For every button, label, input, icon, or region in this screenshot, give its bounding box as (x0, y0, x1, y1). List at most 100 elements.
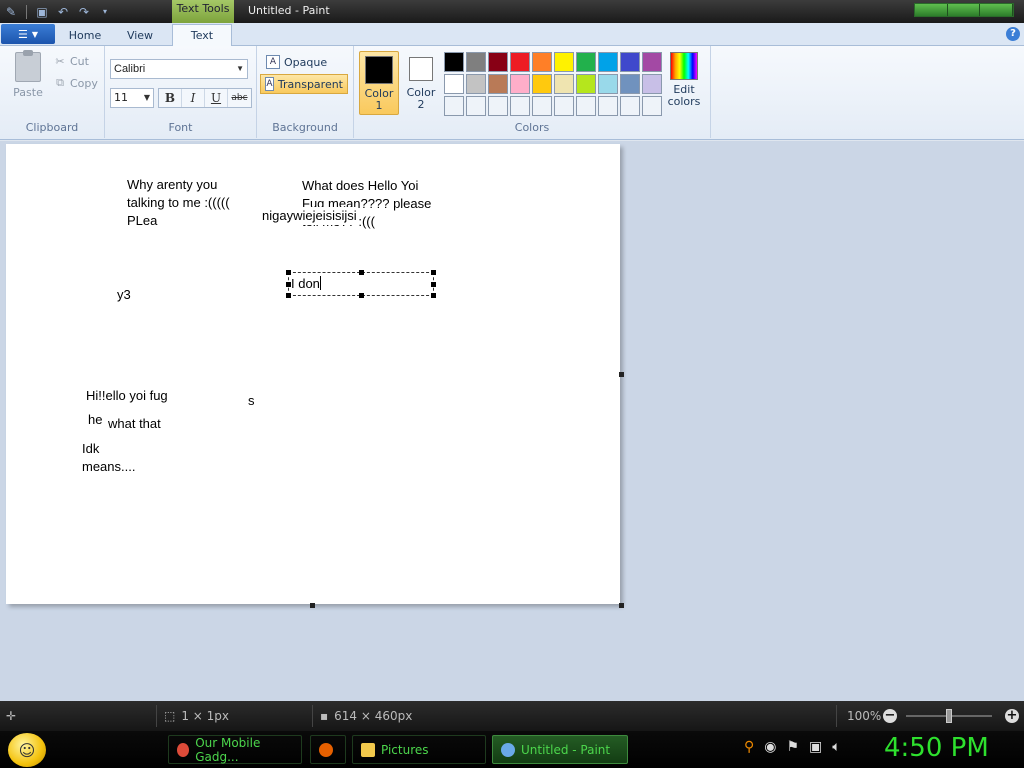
volume-icon[interactable]: 🔈︎ (832, 739, 840, 755)
palette-swatch[interactable] (532, 96, 552, 116)
status-separator (312, 705, 313, 727)
font-family-select[interactable]: Calibri ▼ (110, 59, 248, 79)
palette-swatch[interactable] (620, 74, 640, 94)
palette-swatch[interactable] (488, 52, 508, 72)
palette-swatch[interactable] (466, 52, 486, 72)
palette-swatch[interactable] (444, 52, 464, 72)
paint-app-icon[interactable]: ✎ (2, 3, 20, 20)
start-button[interactable]: ☺ (8, 733, 46, 767)
taskbar-item-pictures[interactable]: Pictures (352, 735, 486, 764)
help-icon[interactable]: ? (1006, 27, 1020, 41)
palette-swatch[interactable] (576, 74, 596, 94)
drawing-canvas[interactable]: Why arenty you talking to me :((((( PLea… (6, 144, 620, 604)
canvas-size-value: 614 × 460px (334, 709, 413, 723)
search-icon[interactable]: ⚲ (744, 739, 754, 755)
copy-button[interactable]: ⧉ Copy (54, 74, 98, 92)
taskbar-item-chrome[interactable]: Our Mobile Gadg... (168, 735, 302, 764)
network-icon[interactable]: ▣ (809, 739, 822, 755)
paste-button[interactable]: Paste (8, 50, 48, 102)
selection-size-value: 1 × 1px (181, 709, 230, 723)
zoom-slider-thumb[interactable] (946, 709, 952, 723)
app-menu-button[interactable]: ☰ ▼ (1, 24, 55, 44)
edit-colors-button[interactable]: Edit colors (664, 52, 704, 108)
messenger-icon[interactable]: ◉ (764, 739, 776, 755)
taskbar-item-firefox[interactable] (310, 735, 346, 764)
resize-handle[interactable] (431, 270, 436, 275)
palette-swatch[interactable] (466, 96, 486, 116)
palette-swatch[interactable] (620, 52, 640, 72)
undo-icon[interactable]: ↶ (54, 3, 72, 20)
palette-swatch[interactable] (444, 96, 464, 116)
italic-button[interactable]: I (182, 89, 205, 107)
taskbar-clock[interactable]: 4:50 PM (884, 733, 989, 763)
palette-swatch[interactable] (466, 74, 486, 94)
window-controls (914, 3, 1014, 17)
color1-button[interactable]: Color 1 (359, 51, 399, 115)
palette-swatch[interactable] (510, 52, 530, 72)
palette-swatch[interactable] (532, 52, 552, 72)
color2-button[interactable]: Color 2 (401, 51, 441, 115)
tab-text[interactable]: Text (172, 24, 232, 47)
palette-swatch[interactable] (554, 52, 574, 72)
resize-handle[interactable] (286, 270, 291, 275)
palette-swatch[interactable] (444, 74, 464, 94)
palette-swatch[interactable] (554, 74, 574, 94)
palette-swatch[interactable] (576, 52, 596, 72)
canvas-resize-handle-bottom[interactable] (310, 603, 315, 608)
palette-swatch[interactable] (576, 96, 596, 116)
zoom-in-button[interactable]: + (1005, 709, 1019, 723)
resize-handle[interactable] (431, 282, 436, 287)
transparent-icon: A (265, 77, 274, 91)
redo-icon[interactable]: ↷ (75, 3, 93, 20)
palette-swatch[interactable] (642, 96, 662, 116)
resize-handle[interactable] (431, 293, 436, 298)
cut-button[interactable]: ✂ Cut (54, 52, 89, 70)
zoom-out-button[interactable]: − (883, 709, 897, 723)
canvas-resize-handle-right[interactable] (619, 372, 624, 377)
palette-swatch[interactable] (642, 52, 662, 72)
active-text-box[interactable]: I don (286, 270, 436, 298)
canvas-text: Hi!!ello yoi fug (86, 388, 168, 403)
action-center-flag-icon[interactable]: ⚑ (786, 739, 799, 755)
text-box-input[interactable]: I don (291, 276, 321, 291)
font-size-select[interactable]: 11 ▼ (110, 88, 154, 108)
underline-button[interactable]: U (205, 89, 228, 107)
palette-swatch[interactable] (598, 74, 618, 94)
palette-swatch[interactable] (642, 74, 662, 94)
qat-dropdown-icon[interactable]: ▾ (96, 3, 114, 20)
resize-handle[interactable] (286, 293, 291, 298)
save-icon[interactable]: ▣ (33, 3, 51, 20)
ribbon-tabs: ☰ ▼ Home View Text ? (0, 23, 1024, 47)
title-bar: ✎ ▣ ↶ ↷ ▾ Text Tools Untitled - Paint (0, 0, 1024, 23)
minimize-button[interactable] (915, 4, 948, 16)
taskbar-item-paint[interactable]: Untitled - Paint (492, 735, 628, 764)
palette-swatch[interactable] (532, 74, 552, 94)
taskbar: ☺ Our Mobile Gadg... Pictures Untitled -… (0, 731, 1024, 768)
palette-swatch[interactable] (598, 52, 618, 72)
palette-swatch[interactable] (554, 96, 574, 116)
opaque-icon: A (266, 55, 280, 69)
palette-swatch[interactable] (488, 74, 508, 94)
opaque-button[interactable]: A Opaque (262, 52, 331, 72)
palette-swatch[interactable] (488, 96, 508, 116)
color1-swatch (365, 56, 393, 84)
tab-home[interactable]: Home (60, 25, 110, 46)
close-button[interactable] (980, 4, 1014, 16)
background-group-label: Background (272, 121, 338, 134)
font-group-label: Font (168, 121, 193, 134)
canvas-size: ▪ 614 × 460px (320, 706, 412, 726)
bold-button[interactable]: B (159, 89, 182, 107)
maximize-button[interactable] (947, 4, 981, 16)
transparent-button[interactable]: A Transparent (260, 74, 348, 94)
palette-swatch[interactable] (620, 96, 640, 116)
resize-handle[interactable] (359, 270, 364, 275)
resize-handle[interactable] (359, 293, 364, 298)
taskbar-item-label: Untitled - Paint (521, 742, 611, 757)
cursor-position: ✛ (6, 706, 16, 726)
palette-swatch[interactable] (510, 96, 530, 116)
palette-swatch[interactable] (510, 74, 530, 94)
strikethrough-button[interactable]: abc (228, 89, 251, 107)
palette-swatch[interactable] (598, 96, 618, 116)
tab-view[interactable]: View (114, 25, 166, 46)
canvas-resize-handle-corner[interactable] (619, 603, 624, 608)
